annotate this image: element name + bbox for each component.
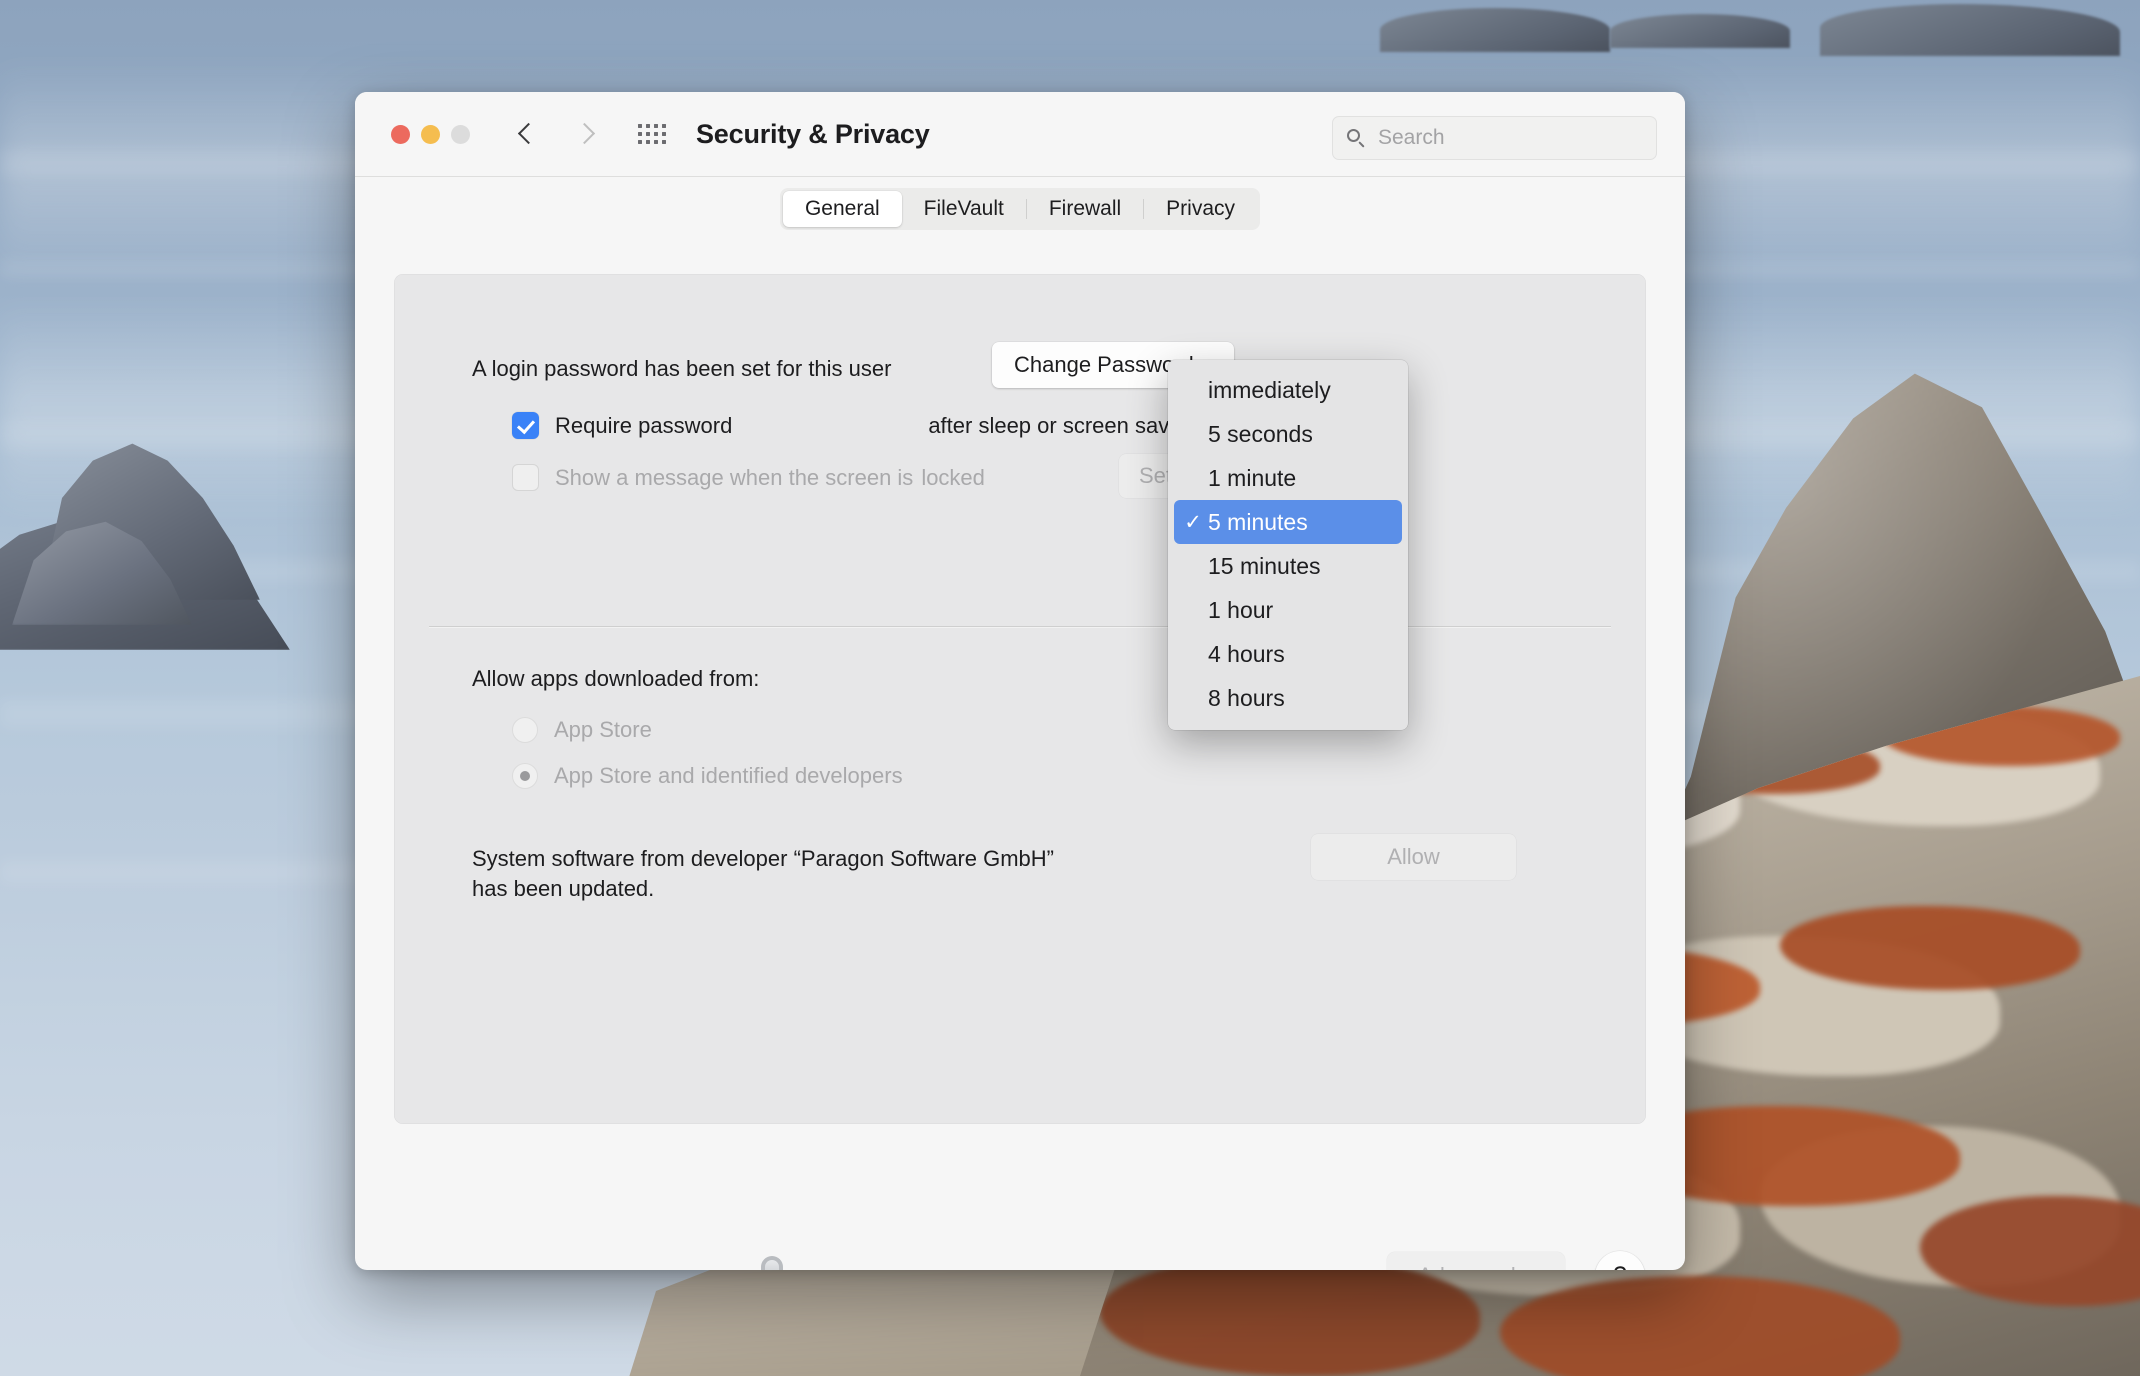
menu-item-immediately[interactable]: ✓ immediately [1168, 368, 1408, 412]
page-title: Security & Privacy [696, 118, 930, 149]
menu-item-5-seconds[interactable]: ✓ 5 seconds [1168, 412, 1408, 456]
menu-item-label: 1 minute [1208, 464, 1297, 491]
tab-label: Privacy [1166, 197, 1236, 220]
system-software-notice: System software from developer “Paragon … [472, 846, 1055, 902]
radio-identified-developers-label: App Store and identified developers [554, 763, 903, 788]
minimize-button[interactable] [421, 124, 440, 144]
show-lock-message-row: Show a message when the screen is locked [512, 464, 985, 491]
allow-apps-label: Allow apps downloaded from: [472, 666, 760, 691]
require-password-row: Require password after sleep or screen s… [512, 412, 1260, 439]
tab-label: Firewall [1048, 197, 1122, 220]
radio-app-store[interactable] [512, 717, 538, 743]
search-icon [1347, 128, 1366, 148]
menu-item-1-minute[interactable]: ✓ 1 minute [1168, 456, 1408, 500]
lock-button[interactable] [751, 1256, 793, 1270]
navigation-buttons [516, 123, 596, 145]
menu-item-label: 15 minutes [1208, 552, 1321, 579]
tabbar: General FileVault Firewall Privacy [779, 188, 1261, 230]
radio-row-app-store[interactable]: App Store [512, 717, 652, 743]
menu-check-icon: ✓ [1178, 642, 1208, 667]
menu-item-label: 8 hours [1208, 684, 1285, 711]
menu-check-icon: ✓ [1178, 466, 1208, 491]
menu-item-5-minutes[interactable]: ✓ 5 minutes [1174, 500, 1402, 544]
require-password-interval-menu[interactable]: ✓ immediately ✓ 5 seconds ✓ 1 minute ✓ 5… [1168, 360, 1408, 730]
distant-islet [1820, 4, 2120, 56]
search-field[interactable] [1332, 116, 1657, 160]
close-button[interactable] [391, 124, 410, 144]
tab-firewall[interactable]: Firewall [1027, 191, 1143, 227]
advanced-button[interactable]: Advanced... [1387, 1252, 1565, 1270]
section-divider [429, 626, 1611, 627]
radio-app-store-label: App Store [554, 717, 652, 742]
menu-item-label: 4 hours [1208, 640, 1285, 667]
distant-islet [1610, 14, 1790, 48]
tab-filevault[interactable]: FileVault [902, 191, 1026, 227]
radio-row-identified-developers[interactable]: App Store and identified developers [512, 763, 903, 789]
menu-check-icon: ✓ [1178, 686, 1208, 711]
tab-privacy[interactable]: Privacy [1144, 191, 1257, 227]
menu-item-label: 5 seconds [1208, 420, 1313, 447]
menu-check-icon: ✓ [1178, 422, 1208, 447]
show-lock-message-label-after: locked [921, 464, 985, 490]
forward-chevron-icon[interactable] [574, 123, 596, 145]
zoom-button[interactable] [451, 124, 470, 144]
traffic-lights [391, 124, 470, 144]
menu-check-icon: ✓ [1184, 510, 1202, 534]
menu-item-label: immediately [1208, 376, 1331, 403]
radio-identified-developers[interactable] [512, 763, 538, 789]
tab-label: FileVault [923, 197, 1004, 220]
menu-item-4-hours[interactable]: ✓ 4 hours [1168, 632, 1408, 676]
tab-general[interactable]: General [782, 191, 902, 227]
show-lock-message-checkbox[interactable] [512, 464, 539, 491]
tabbar-container: General FileVault Firewall Privacy [355, 177, 1685, 241]
menu-item-label: 1 hour [1208, 596, 1274, 623]
lock-status-text: Click the lock to make changes. [815, 1266, 1124, 1270]
login-password-status-text: A login password has been set for this u… [472, 356, 892, 381]
tab-label: General [804, 197, 880, 220]
search-input[interactable] [1376, 125, 1620, 151]
allow-button[interactable]: Allow [1311, 834, 1516, 880]
distant-islet [1380, 8, 1610, 52]
show-lock-message-label: Show a message when the screen is [555, 464, 914, 490]
show-all-grid-icon[interactable] [638, 124, 666, 144]
menu-item-1-hour[interactable]: ✓ 1 hour [1168, 588, 1408, 632]
back-chevron-icon[interactable] [516, 123, 538, 145]
security-privacy-window: Security & Privacy General FileVault Fir… [355, 92, 1685, 1270]
menu-item-8-hours[interactable]: ✓ 8 hours [1168, 676, 1408, 720]
menu-check-icon: ✓ [1178, 378, 1208, 403]
menu-check-icon: ✓ [1178, 554, 1208, 579]
menu-check-icon: ✓ [1178, 598, 1208, 623]
window-titlebar: Security & Privacy [355, 92, 1685, 177]
require-password-label-before: Require password [555, 412, 733, 438]
general-settings-panel: A login password has been set for this u… [394, 274, 1646, 1124]
help-button[interactable]: ? [1595, 1251, 1645, 1270]
menu-item-label: 5 minutes [1208, 508, 1308, 535]
lock-icon [761, 1256, 783, 1270]
require-password-checkbox[interactable] [512, 412, 539, 439]
menu-item-15-minutes[interactable]: ✓ 15 minutes [1168, 544, 1408, 588]
